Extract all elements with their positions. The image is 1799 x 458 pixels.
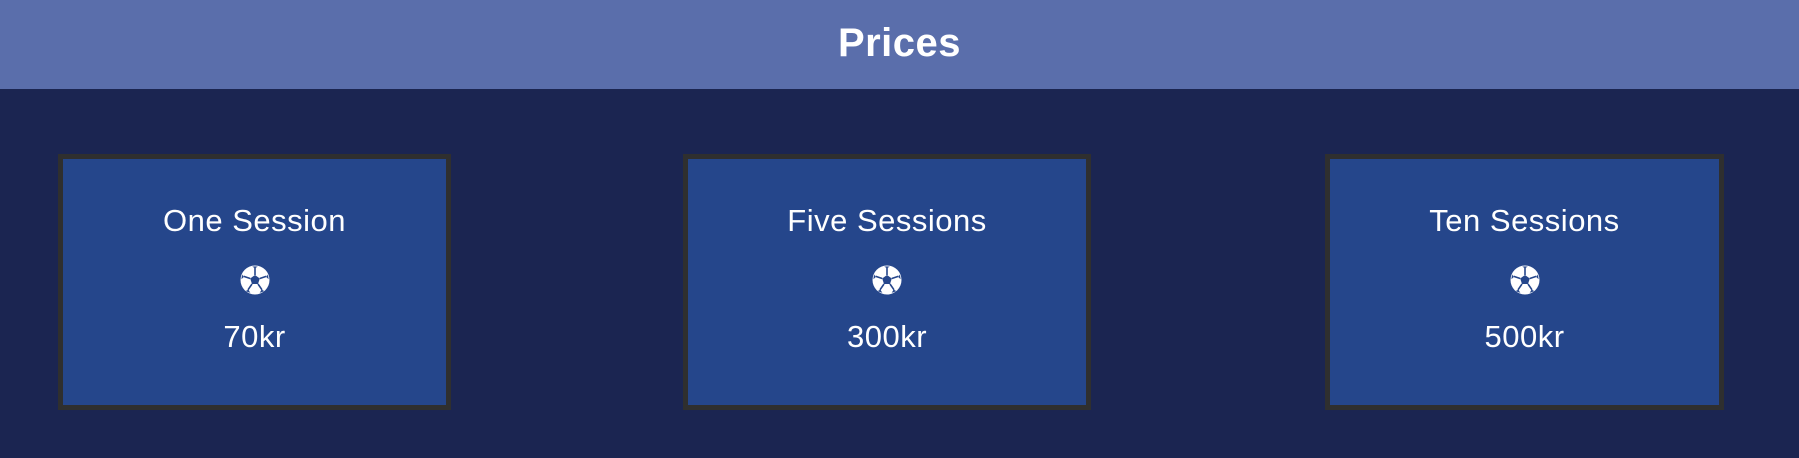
price-card-ten-sessions: Ten Sessions 500kr [1325, 154, 1724, 410]
page-title: Prices [837, 21, 962, 65]
card-title: One Session [163, 203, 346, 238]
soccer-ball-icon [1509, 264, 1541, 296]
card-title: Five Sessions [787, 203, 987, 238]
soccer-ball-icon [239, 264, 271, 296]
card-price: 500kr [1484, 319, 1565, 354]
card-price: 70kr [223, 319, 286, 354]
price-card-five-sessions: Five Sessions 300kr [683, 154, 1091, 410]
card-title: Ten Sessions [1429, 203, 1620, 238]
page-header: Prices [0, 0, 1799, 89]
card-price: 300kr [846, 319, 928, 354]
soccer-ball-icon [871, 264, 903, 296]
price-card-one-session: One Session 70kr [58, 154, 451, 410]
